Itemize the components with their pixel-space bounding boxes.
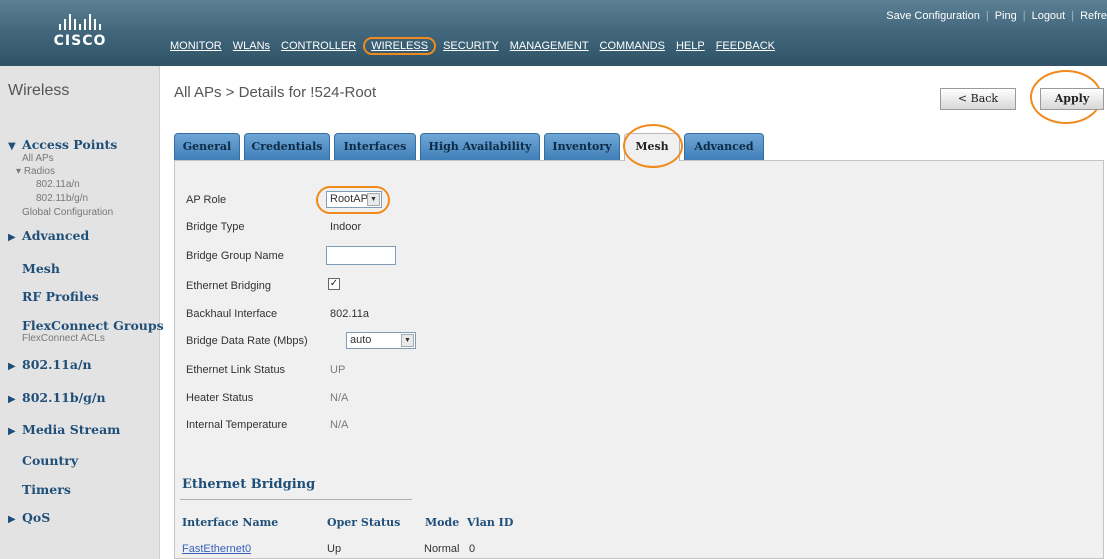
sidebar-item-media-stream[interactable]: ▶ Media Stream bbox=[8, 422, 120, 437]
nav-help[interactable]: HELP bbox=[676, 40, 705, 52]
sidebar-item-label: Access Points bbox=[22, 137, 118, 152]
tab-interfaces[interactable]: Interfaces bbox=[334, 133, 416, 160]
chevron-right-icon: ▶ bbox=[8, 514, 16, 525]
column-header-interface-name: Interface Name bbox=[182, 516, 279, 529]
sidebar-item-timers[interactable]: Timers bbox=[22, 482, 71, 497]
ping-link[interactable]: Ping bbox=[995, 10, 1017, 22]
dropdown-arrow-icon: ▼ bbox=[367, 193, 380, 206]
sidebar-title: Wireless bbox=[8, 82, 70, 99]
ethernet-bridging-label: Ethernet Bridging bbox=[186, 280, 271, 292]
ap-role-select[interactable]: RootAP ▼ bbox=[326, 191, 382, 208]
chevron-right-icon: ▶ bbox=[8, 426, 16, 437]
bridge-type-label: Bridge Type bbox=[186, 221, 245, 233]
chevron-right-icon: ▶ bbox=[8, 361, 16, 372]
top-navigation-bar: CISCO MONITOR WLANs CONTROLLER WIRELESS … bbox=[0, 0, 1107, 66]
column-header-oper-status: Oper Status bbox=[327, 516, 401, 529]
tab-advanced[interactable]: Advanced bbox=[684, 133, 764, 160]
sidebar-item-rf-profiles[interactable]: RF Profiles bbox=[22, 289, 99, 304]
sidebar-item-access-points[interactable]: ▼ Access Points bbox=[8, 137, 117, 152]
nav-controller[interactable]: CONTROLLER bbox=[281, 40, 356, 52]
highlight-ring bbox=[623, 124, 683, 168]
sidebar-item-mesh[interactable]: Mesh bbox=[22, 261, 60, 276]
interface-name-link[interactable]: FastEthernet0 bbox=[182, 543, 251, 555]
sidebar-item-802-11a[interactable]: ▶ 802.11a/n bbox=[8, 357, 92, 372]
ethernet-bridging-checkbox[interactable]: ✓ bbox=[328, 278, 340, 290]
mode-cell: Normal bbox=[424, 543, 460, 555]
sidebar-item-802-11b[interactable]: ▶ 802.11b/g/n bbox=[8, 390, 106, 405]
sidebar-item-flexconnect-acls[interactable]: FlexConnect ACLs bbox=[22, 333, 105, 344]
ethernet-link-status-value: UP bbox=[330, 364, 346, 376]
backhaul-interface-value: 802.11a bbox=[330, 308, 369, 320]
bridge-group-name-label: Bridge Group Name bbox=[186, 250, 284, 262]
sidebar-item-global-configuration[interactable]: Global Configuration bbox=[22, 207, 113, 218]
ethernet-link-status-label: Ethernet Link Status bbox=[186, 364, 286, 376]
breadcrumb: All APs > Details for !524-Root bbox=[174, 84, 377, 101]
sidebar-item-radios[interactable]: ▾ Radios bbox=[16, 166, 55, 177]
chevron-right-icon: ▶ bbox=[8, 394, 16, 405]
oper-status-cell: Up bbox=[327, 543, 342, 555]
tab-inventory[interactable]: Inventory bbox=[544, 133, 620, 160]
sidebar-item-country[interactable]: Country bbox=[22, 453, 78, 468]
nav-security[interactable]: SECURITY bbox=[443, 40, 499, 52]
bridge-type-value: Indoor bbox=[330, 221, 362, 233]
bridge-group-name-input[interactable] bbox=[326, 246, 396, 265]
internal-temperature-value: N/A bbox=[330, 419, 349, 431]
nav-wlans[interactable]: WLANs bbox=[233, 40, 270, 52]
vlan-id-cell: 0 bbox=[469, 543, 476, 555]
chevron-down-icon: ▼ bbox=[8, 141, 16, 152]
nav-feedback[interactable]: FEEDBACK bbox=[716, 40, 775, 52]
separator: | bbox=[1071, 10, 1075, 22]
nav-management[interactable]: MANAGEMENT bbox=[510, 40, 589, 52]
ethernet-bridging-section-title: Ethernet Bridging bbox=[182, 477, 316, 492]
bridge-data-rate-value: auto bbox=[350, 334, 372, 346]
column-header-vlan-id: Vlan ID bbox=[467, 516, 514, 529]
sidebar-item-label: Media Stream bbox=[22, 422, 121, 437]
bridge-data-rate-label: Bridge Data Rate (Mbps) bbox=[186, 335, 308, 347]
tab-general[interactable]: General bbox=[174, 133, 240, 160]
heater-status-label: Heater Status bbox=[186, 392, 254, 404]
backhaul-interface-label: Backhaul Interface bbox=[186, 308, 278, 320]
sidebar-item-all-aps[interactable]: All APs bbox=[22, 153, 54, 164]
refresh-link[interactable]: Refre bbox=[1080, 10, 1107, 22]
chevron-right-icon: ▶ bbox=[8, 232, 16, 243]
sidebar-item-advanced[interactable]: ▶ Advanced bbox=[8, 228, 89, 243]
sidebar-item-qos[interactable]: ▶ QoS bbox=[8, 510, 50, 525]
dropdown-arrow-icon: ▼ bbox=[401, 334, 414, 347]
internal-temperature-label: Internal Temperature bbox=[186, 419, 288, 431]
nav-wireless[interactable]: WIRELESS bbox=[363, 37, 437, 55]
tab-credentials[interactable]: Credentials bbox=[244, 133, 330, 160]
separator: | bbox=[1022, 10, 1026, 22]
main-nav: MONITOR WLANs CONTROLLER WIRELESS SECURI… bbox=[170, 37, 775, 55]
divider bbox=[180, 499, 412, 500]
separator: | bbox=[985, 10, 989, 22]
chevron-down-icon: ▾ bbox=[16, 166, 24, 177]
save-configuration-link[interactable]: Save Configuration bbox=[886, 10, 980, 22]
cisco-logo[interactable]: CISCO bbox=[40, 14, 120, 49]
nav-commands[interactable]: COMMANDS bbox=[600, 40, 665, 52]
apply-button[interactable]: Apply bbox=[1040, 88, 1104, 110]
heater-status-value: N/A bbox=[330, 392, 349, 404]
sidebar-item-label: Radios bbox=[23, 166, 55, 177]
cisco-logo-icon bbox=[40, 14, 120, 30]
bridge-data-rate-select[interactable]: auto ▼ bbox=[346, 332, 416, 349]
sidebar-item-label: 802.11b/g/n bbox=[22, 390, 106, 405]
sidebar-item-radio-a[interactable]: 802.11a/n bbox=[36, 179, 80, 190]
nav-monitor[interactable]: MONITOR bbox=[170, 40, 222, 52]
ap-role-label: AP Role bbox=[186, 194, 227, 206]
sidebar-item-radio-b[interactable]: 802.11b/g/n bbox=[36, 193, 88, 204]
back-button[interactable]: < Back bbox=[940, 88, 1016, 110]
sidebar-item-label: Advanced bbox=[22, 228, 90, 243]
sidebar-item-label: QoS bbox=[22, 510, 51, 525]
column-header-mode: Mode bbox=[425, 516, 460, 529]
logout-link[interactable]: Logout bbox=[1032, 10, 1066, 22]
tab-high-availability[interactable]: High Availability bbox=[420, 133, 540, 160]
sidebar-item-flexconnect-groups[interactable]: FlexConnect Groups bbox=[22, 318, 164, 333]
sidebar-item-label: 802.11a/n bbox=[22, 357, 92, 372]
utility-links: Save Configuration | Ping | Logout | Ref… bbox=[886, 10, 1107, 22]
logo-text: CISCO bbox=[53, 33, 107, 49]
ap-role-value: RootAP bbox=[330, 193, 368, 205]
